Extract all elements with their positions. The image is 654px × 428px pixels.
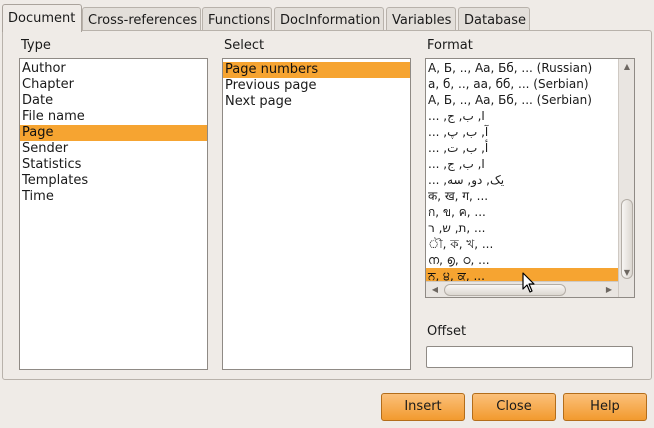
mouse-pointer-icon (522, 272, 535, 293)
type-label: Type (21, 38, 51, 53)
type-item-templates[interactable]: Templates (20, 173, 207, 189)
tab-docinformation-label: DocInformation (280, 13, 381, 28)
tab-cross-references[interactable]: Cross-references (82, 7, 201, 31)
format-item[interactable]: क, ख, ग, ... (426, 188, 634, 204)
insert-button[interactable]: Insert (381, 393, 465, 421)
format-item[interactable]: ... ,ﺍ, ﺏ, ﺝ (426, 108, 634, 124)
select-item-previous-page[interactable]: Previous page (223, 78, 410, 94)
format-vertical-scrollbar[interactable]: ▲ ▼ (618, 59, 634, 297)
type-item-date[interactable]: Date (20, 93, 207, 109)
tab-functions-label: Functions (208, 13, 271, 28)
select-item-page-numbers[interactable]: Page numbers (223, 62, 410, 78)
close-button[interactable]: Close (472, 393, 556, 421)
scroll-down-arrow-icon[interactable]: ▼ (620, 266, 634, 280)
tab-document[interactable]: Document (2, 4, 82, 32)
help-button[interactable]: Help (563, 393, 647, 421)
format-item[interactable]: ... ,ﺁ, ﺏ, ﭖ (426, 124, 634, 140)
type-item-page[interactable]: Page (20, 125, 207, 141)
format-horizontal-scroll-thumb[interactable] (444, 284, 566, 296)
scroll-up-arrow-icon[interactable]: ▲ (620, 60, 634, 74)
type-item-statistics[interactable]: Statistics (20, 157, 207, 173)
format-item[interactable]: ৗ, ক, খ, ... (426, 236, 634, 252)
format-item[interactable]: А, Б, .., Аа, Бб, ... (Russian) (426, 60, 634, 76)
format-item[interactable]: ... ,ﺍ, ﺏ, ﺝ (426, 156, 634, 172)
select-label: Select (224, 38, 265, 53)
type-item-file-name[interactable]: File name (20, 109, 207, 125)
tab-docinformation[interactable]: DocInformation (274, 7, 384, 31)
select-list[interactable]: Page numbers Previous page Next page (222, 58, 411, 370)
tab-document-label: Document (8, 11, 76, 26)
type-item-time[interactable]: Time (20, 189, 207, 205)
format-label: Format (427, 38, 473, 53)
type-list[interactable]: Author Chapter Date File name Page Sende… (19, 58, 208, 370)
offset-label: Offset (427, 324, 467, 339)
format-item[interactable]: ... ,ﯾﮏ, ﺩﻭ, ﺳﻪ (426, 172, 634, 188)
tab-database[interactable]: Database (458, 7, 530, 31)
type-item-author[interactable]: Author (20, 61, 207, 77)
format-item[interactable]: А, Б, .., Аа, Бб, ... (Serbian) (426, 92, 634, 108)
tab-functions[interactable]: Functions (202, 7, 272, 31)
tab-cross-references-label: Cross-references (88, 13, 198, 28)
scroll-right-arrow-icon[interactable]: ▶ (602, 283, 616, 297)
tab-variables[interactable]: Variables (386, 7, 456, 31)
format-item[interactable]: ... ,ﺃ, ﺏ, ﺕ (426, 140, 634, 156)
scroll-left-arrow-icon[interactable]: ◀ (428, 283, 442, 297)
format-item[interactable]: ന, ൭, ഠ, ... (426, 252, 634, 268)
type-item-sender[interactable]: Sender (20, 141, 207, 157)
tab-database-label: Database (464, 13, 527, 28)
type-item-chapter[interactable]: Chapter (20, 77, 207, 93)
format-item[interactable]: ת, ש, ר, ... (426, 220, 634, 236)
offset-input[interactable] (426, 346, 633, 368)
format-item[interactable]: ก, ข, ค, ... (426, 204, 634, 220)
tab-bar: Document Cross-references Functions DocI… (0, 4, 654, 32)
select-item-next-page[interactable]: Next page (223, 94, 410, 110)
format-list[interactable]: А, Б, .., Аа, Бб, ... (Russian) а, б, ..… (425, 58, 635, 298)
tab-variables-label: Variables (392, 13, 452, 28)
format-item[interactable]: а, б, .., аа, бб, ... (Serbian) (426, 76, 634, 92)
